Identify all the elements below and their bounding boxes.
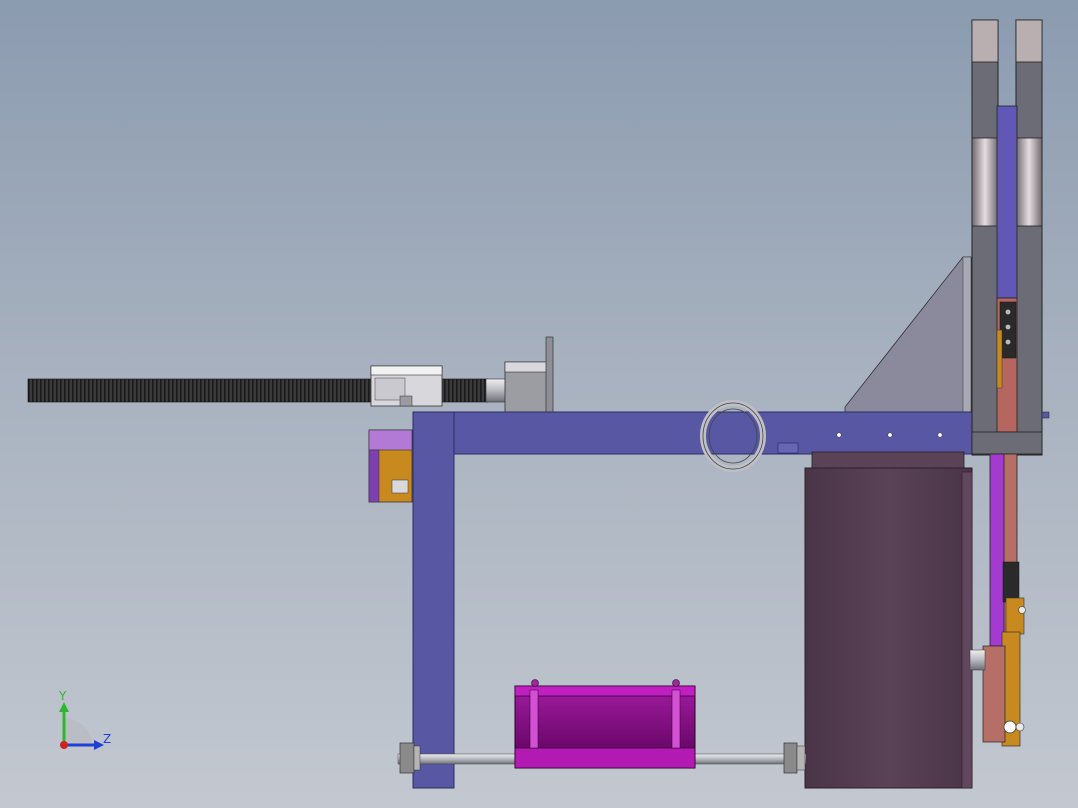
triad-quadrant	[64, 718, 92, 745]
z-axis-label: Z	[103, 732, 111, 746]
cad-viewport[interactable]: Y Z	[0, 0, 1078, 808]
gripper-column[interactable]	[971, 19, 1050, 456]
stepper-motor[interactable]	[504, 336, 554, 414]
mechanism-assembly[interactable]: Y Z	[0, 0, 1078, 808]
gearmotor-housing[interactable]	[804, 451, 973, 789]
side-bracket[interactable]	[368, 429, 413, 503]
coordinate-triad: Y Z	[58, 689, 111, 750]
link-arm[interactable]	[969, 453, 1026, 747]
pneumatic-cylinder[interactable]	[514, 679, 696, 769]
gusset-plate[interactable]	[844, 256, 972, 413]
x-axis-dot	[60, 741, 68, 749]
screw-nut-block[interactable]	[370, 365, 443, 407]
y-axis-label: Y	[58, 689, 67, 703]
